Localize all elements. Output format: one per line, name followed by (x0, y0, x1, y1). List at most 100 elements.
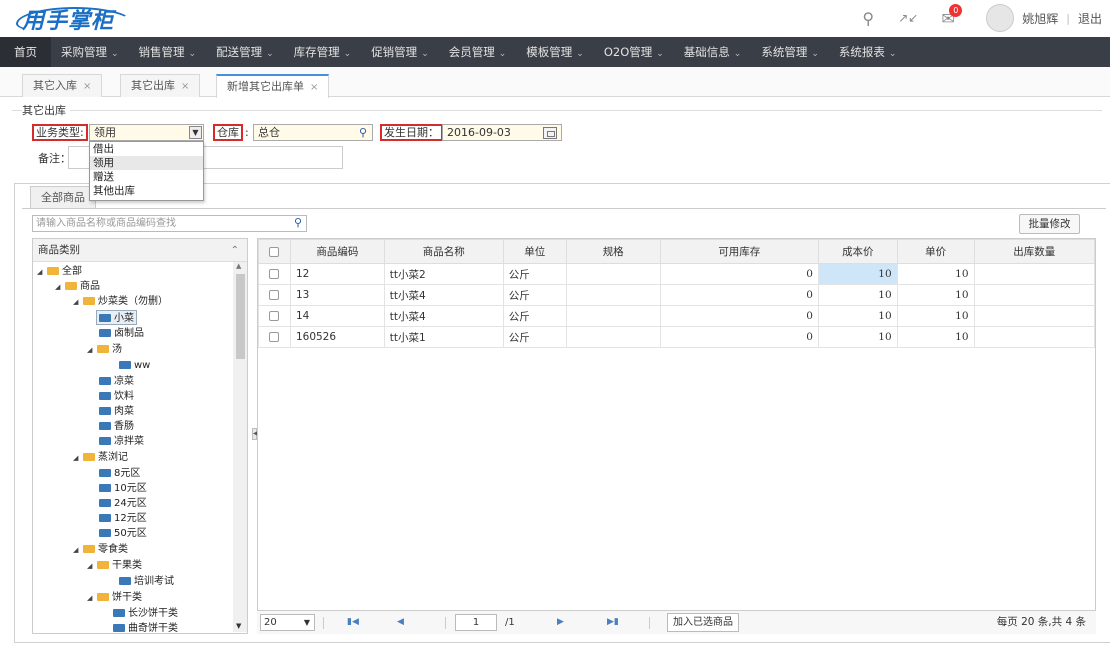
nav-o2o[interactable]: O2O管理 ⌄ (594, 37, 674, 67)
nav-system[interactable]: 系统管理 ⌄ (751, 37, 829, 67)
row-checkbox[interactable] (258, 284, 291, 306)
scroll-thumb[interactable] (236, 274, 245, 359)
tree-node[interactable]: 香肠 (99, 419, 134, 434)
tree-node[interactable]: 50元区 (99, 526, 147, 541)
tree-node[interactable]: 24元区 (99, 496, 147, 511)
close-icon[interactable]: × (83, 81, 91, 92)
logout-link[interactable]: 退出 (1078, 10, 1102, 27)
checkbox[interactable] (269, 332, 280, 342)
tree-node[interactable]: 长沙饼干类 (113, 606, 178, 621)
nav-member[interactable]: 会员管理 ⌄ (439, 37, 517, 67)
nav-inventory[interactable]: 库存管理 ⌄ (284, 37, 362, 67)
expand-triangle-icon[interactable]: ◢ (87, 591, 97, 606)
prev-page-icon[interactable]: ◀ (397, 614, 404, 631)
expand-triangle-icon[interactable]: ◢ (87, 343, 97, 358)
nav-reports[interactable]: 系统报表 ⌄ (829, 37, 907, 67)
nav-home[interactable]: 首页 (0, 37, 51, 67)
checkbox[interactable] (269, 246, 280, 257)
tree-node[interactable]: 卤制品 (99, 326, 144, 341)
expand-triangle-icon[interactable]: ◢ (73, 451, 83, 466)
add-selected-button[interactable]: 加入已选商品 (667, 613, 739, 632)
table-row[interactable]: 160526 tt小菜1 公斤 0 10 10 (258, 326, 1096, 348)
expand-triangle-icon[interactable]: ◢ (37, 265, 47, 280)
tree-node[interactable]: 凉拌菜 (99, 434, 144, 449)
goods-search-input[interactable]: 请输入商品名称或商品编码查找 (32, 215, 307, 232)
cell-price[interactable]: 10 (896, 263, 975, 285)
cell-cost[interactable]: 10 (817, 326, 898, 348)
tree-node[interactable]: 培训考试 (119, 574, 174, 589)
close-icon[interactable]: × (181, 81, 189, 92)
nav-basic-info[interactable]: 基础信息 ⌄ (674, 37, 752, 67)
row-checkbox[interactable] (258, 305, 291, 327)
nav-purchase[interactable]: 采购管理 ⌄ (51, 37, 129, 67)
avatar[interactable] (986, 4, 1015, 32)
tree-node[interactable]: ◢ 汤 (87, 342, 122, 357)
tree-node[interactable]: 曲奇饼干类 (113, 621, 178, 633)
search-icon[interactable]: ⚲ (848, 6, 888, 30)
warehouse-search-icon[interactable]: ⚲ (356, 126, 370, 140)
tree-node[interactable]: 饮料 (99, 389, 134, 404)
page-number-input[interactable]: 1 (455, 614, 497, 631)
batch-edit-button[interactable]: 批量修改 (1019, 214, 1080, 234)
tree-node[interactable]: ww (119, 358, 150, 373)
checkbox[interactable] (269, 290, 280, 300)
col-qty[interactable]: 出库数量 (973, 239, 1096, 264)
nav-promotion[interactable]: 促销管理 ⌄ (361, 37, 439, 67)
first-page-icon[interactable]: ▮◀ (347, 614, 359, 631)
tree-node[interactable]: 8元区 (99, 466, 140, 481)
table-row[interactable]: 13 tt小菜4 公斤 0 10 10 (258, 284, 1096, 306)
cell-cost[interactable]: 10 (817, 263, 898, 285)
calendar-icon[interactable] (543, 127, 557, 139)
close-icon[interactable]: × (310, 82, 318, 93)
nav-sales[interactable]: 销售管理 ⌄ (129, 37, 207, 67)
cell-price[interactable]: 10 (896, 305, 975, 327)
table-row[interactable]: 12 tt小菜2 公斤 0 10 10 (258, 263, 1096, 285)
table-row[interactable]: 14 tt小菜4 公斤 0 10 10 (258, 305, 1096, 327)
message-icon[interactable]: ✉ 0 (928, 4, 968, 30)
next-page-icon[interactable]: ▶ (557, 614, 564, 631)
nav-template[interactable]: 模板管理 ⌄ (516, 37, 594, 67)
col-cost[interactable]: 成本价 (817, 239, 898, 264)
option-lend[interactable]: 借出 (90, 142, 203, 156)
tree-node[interactable]: ◢ 商品 (55, 279, 100, 294)
tab-other-outbound[interactable]: 其它出库 × (120, 74, 201, 97)
tree-node[interactable]: ◢ 干果类 (87, 558, 142, 573)
expand-triangle-icon[interactable]: ◢ (73, 543, 83, 558)
tree-node[interactable]: 凉菜 (99, 374, 134, 389)
option-receive[interactable]: 领用 (90, 156, 203, 170)
cell-cost[interactable]: 10 (817, 305, 898, 327)
cell-price[interactable]: 10 (896, 284, 975, 306)
option-other-outbound[interactable]: 其他出库 (90, 184, 203, 198)
tree-node[interactable]: ◢ 饼干类 (87, 590, 142, 605)
row-checkbox[interactable] (258, 326, 291, 348)
tree-node-selected[interactable]: 小菜 (96, 310, 137, 325)
col-unit[interactable]: 单位 (502, 239, 567, 264)
cell-qty[interactable] (973, 326, 1096, 348)
cell-qty[interactable] (973, 263, 1096, 285)
tree-node[interactable]: 肉菜 (99, 404, 134, 419)
search-icon[interactable]: ⚲ (291, 216, 305, 230)
cell-qty[interactable] (973, 305, 1096, 327)
app-logo[interactable]: 用手掌柜 (16, 3, 134, 35)
col-name[interactable]: 商品名称 (383, 239, 504, 264)
col-price[interactable]: 单价 (896, 239, 975, 264)
col-code[interactable]: 商品编码 (289, 239, 385, 264)
expand-triangle-icon[interactable]: ◢ (87, 559, 97, 574)
select-all-checkbox[interactable] (258, 239, 291, 264)
fullscreen-icon[interactable]: ↗↙ (888, 6, 928, 30)
tree-scrollbar[interactable]: ▲ ▼ (233, 262, 247, 632)
scroll-down-icon[interactable]: ▼ (236, 622, 241, 630)
tree-node[interactable]: ◢ 全部 (37, 264, 82, 279)
cell-qty[interactable] (973, 284, 1096, 306)
col-spec[interactable]: 规格 (565, 239, 661, 264)
tree-node[interactable]: ◢ 炒菜类（勿删） (73, 294, 168, 309)
tree-node[interactable]: 10元区 (99, 481, 147, 496)
tab-new-outbound-order[interactable]: 新增其它出库单 × (216, 74, 330, 98)
chevron-down-icon[interactable]: ▼ (189, 126, 202, 139)
tab-other-inbound[interactable]: 其它入库 × (22, 74, 103, 97)
expand-triangle-icon[interactable]: ◢ (55, 280, 65, 295)
tree-node[interactable]: ◢ 蒸浏记 (73, 450, 128, 465)
option-gift[interactable]: 赠送 (90, 170, 203, 184)
checkbox[interactable] (269, 311, 280, 321)
collapse-icon[interactable]: ⌃ (231, 239, 239, 262)
